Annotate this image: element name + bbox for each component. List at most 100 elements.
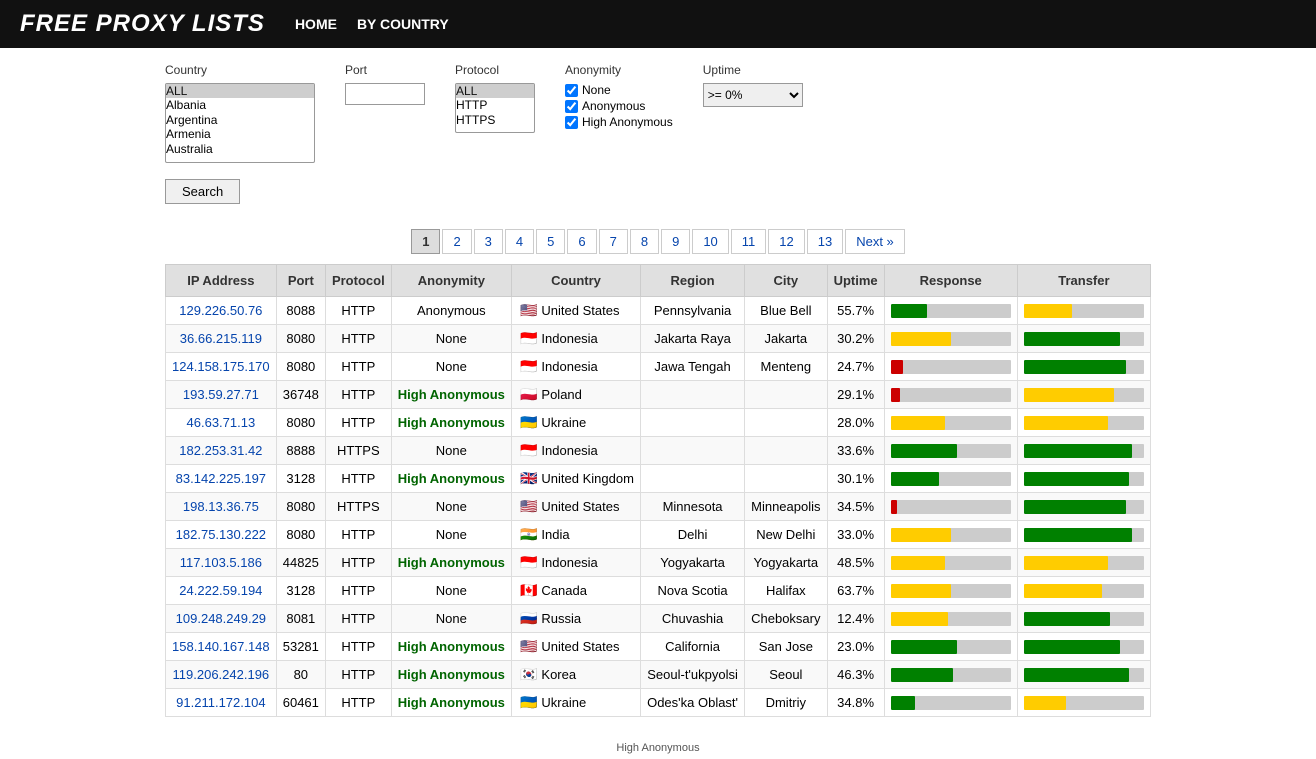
ip-link[interactable]: 109.248.249.29 [176, 611, 266, 626]
cell-response [884, 577, 1017, 605]
transfer-bar [1024, 332, 1144, 346]
col-anonymity: Anonymity [391, 265, 511, 297]
main-nav: HOME BY COUNTRY [295, 16, 449, 32]
footer-note: High Anonymous [0, 737, 1316, 759]
cell-country: 🇮🇩Indonesia [511, 353, 640, 381]
response-bar-fill [891, 528, 951, 542]
page-8[interactable]: 8 [630, 229, 659, 254]
ip-link[interactable]: 129.226.50.76 [179, 303, 262, 318]
page-6[interactable]: 6 [567, 229, 596, 254]
nav-by-country[interactable]: BY COUNTRY [357, 16, 449, 32]
cell-city: Minneapolis [745, 493, 827, 521]
cell-response [884, 549, 1017, 577]
cell-uptime: 23.0% [827, 633, 884, 661]
page-7[interactable]: 7 [599, 229, 628, 254]
country-flag: 🇮🇳 [520, 526, 537, 542]
cell-response [884, 689, 1017, 717]
port-input[interactable] [345, 83, 425, 105]
cell-response [884, 661, 1017, 689]
ip-link[interactable]: 119.206.242.196 [173, 667, 270, 682]
cell-country: 🇨🇦Canada [511, 577, 640, 605]
anon-none-checkbox[interactable] [565, 84, 578, 97]
response-bar [891, 584, 1011, 598]
response-bar-fill [891, 696, 915, 710]
page-4[interactable]: 4 [505, 229, 534, 254]
response-bar-fill [891, 416, 945, 430]
ip-link[interactable]: 24.222.59.194 [179, 583, 262, 598]
cell-anonymity: None [391, 353, 511, 381]
page-3[interactable]: 3 [474, 229, 503, 254]
cell-city: Blue Bell [745, 297, 827, 325]
cell-region: California [641, 633, 745, 661]
country-name: Indonesia [541, 555, 597, 570]
transfer-bar-fill [1024, 388, 1114, 402]
ip-link[interactable]: 124.158.175.170 [172, 359, 270, 374]
cell-uptime: 33.0% [827, 521, 884, 549]
cell-port: 8080 [276, 409, 325, 437]
page-12[interactable]: 12 [768, 229, 804, 254]
anon-high-checkbox[interactable] [565, 116, 578, 129]
page-13[interactable]: 13 [807, 229, 843, 254]
response-bar-fill [891, 556, 945, 570]
cell-country: 🇺🇦Ukraine [511, 409, 640, 437]
cell-ip: 129.226.50.76 [166, 297, 277, 325]
cell-region: Seoul-t'ukpyolsi [641, 661, 745, 689]
country-name: India [541, 527, 569, 542]
protocol-filter: Protocol ALL HTTP HTTPS [455, 63, 535, 133]
cell-transfer [1017, 521, 1150, 549]
cell-region: Jakarta Raya [641, 325, 745, 353]
uptime-select[interactable]: >= 0% >= 10% >= 20% >= 50% [703, 83, 803, 107]
cell-port: 8888 [276, 437, 325, 465]
ip-link[interactable]: 158.140.167.148 [172, 639, 270, 654]
cell-uptime: 63.7% [827, 577, 884, 605]
page-1[interactable]: 1 [411, 229, 440, 254]
cell-city [745, 409, 827, 437]
cell-anonymity: Anonymous [391, 297, 511, 325]
page-5[interactable]: 5 [536, 229, 565, 254]
ip-link[interactable]: 182.75.130.222 [176, 527, 266, 542]
anon-anonymous-checkbox[interactable] [565, 100, 578, 113]
cell-uptime: 33.6% [827, 437, 884, 465]
country-select[interactable]: ALL Albania Argentina Armenia Australia [165, 83, 315, 163]
cell-country: 🇬🇧United Kingdom [511, 465, 640, 493]
cell-response [884, 353, 1017, 381]
page-10[interactable]: 10 [692, 229, 728, 254]
transfer-bar-fill [1024, 332, 1120, 346]
cell-transfer [1017, 633, 1150, 661]
col-response: Response [884, 265, 1017, 297]
cell-city: Yogyakarta [745, 549, 827, 577]
page-next[interactable]: Next » [845, 229, 905, 254]
cell-ip: 119.206.242.196 [166, 661, 277, 689]
nav-home[interactable]: HOME [295, 16, 337, 32]
search-button[interactable]: Search [165, 179, 240, 204]
ip-link[interactable]: 182.253.31.42 [179, 443, 262, 458]
protocol-select[interactable]: ALL HTTP HTTPS [455, 83, 535, 133]
cell-city [745, 381, 827, 409]
ip-link[interactable]: 117.103.5.186 [180, 555, 262, 570]
page-2[interactable]: 2 [442, 229, 471, 254]
ip-link[interactable]: 46.63.71.13 [187, 415, 256, 430]
page-11[interactable]: 11 [731, 229, 767, 254]
cell-anonymity: High Anonymous [391, 689, 511, 717]
cell-port: 44825 [276, 549, 325, 577]
page-9[interactable]: 9 [661, 229, 690, 254]
ip-link[interactable]: 36.66.215.119 [180, 331, 262, 346]
cell-ip: 182.75.130.222 [166, 521, 277, 549]
cell-anonymity: None [391, 577, 511, 605]
transfer-bar-fill [1024, 304, 1072, 318]
cell-region: Chuvashia [641, 605, 745, 633]
ip-link[interactable]: 198.13.36.75 [183, 499, 259, 514]
cell-ip: 46.63.71.13 [166, 409, 277, 437]
transfer-bar [1024, 304, 1144, 318]
col-uptime: Uptime [827, 265, 884, 297]
cell-city: San Jose [745, 633, 827, 661]
anon-none-item: None [565, 83, 673, 97]
cell-country: 🇮🇩Indonesia [511, 437, 640, 465]
ip-link[interactable]: 83.142.225.197 [176, 471, 266, 486]
ip-link[interactable]: 193.59.27.71 [183, 387, 259, 402]
ip-link[interactable]: 91.211.172.104 [176, 695, 265, 710]
transfer-bar [1024, 612, 1144, 626]
table-row: 129.226.50.768088HTTPAnonymous🇺🇸United S… [166, 297, 1151, 325]
response-bar [891, 668, 1011, 682]
cell-uptime: 55.7% [827, 297, 884, 325]
